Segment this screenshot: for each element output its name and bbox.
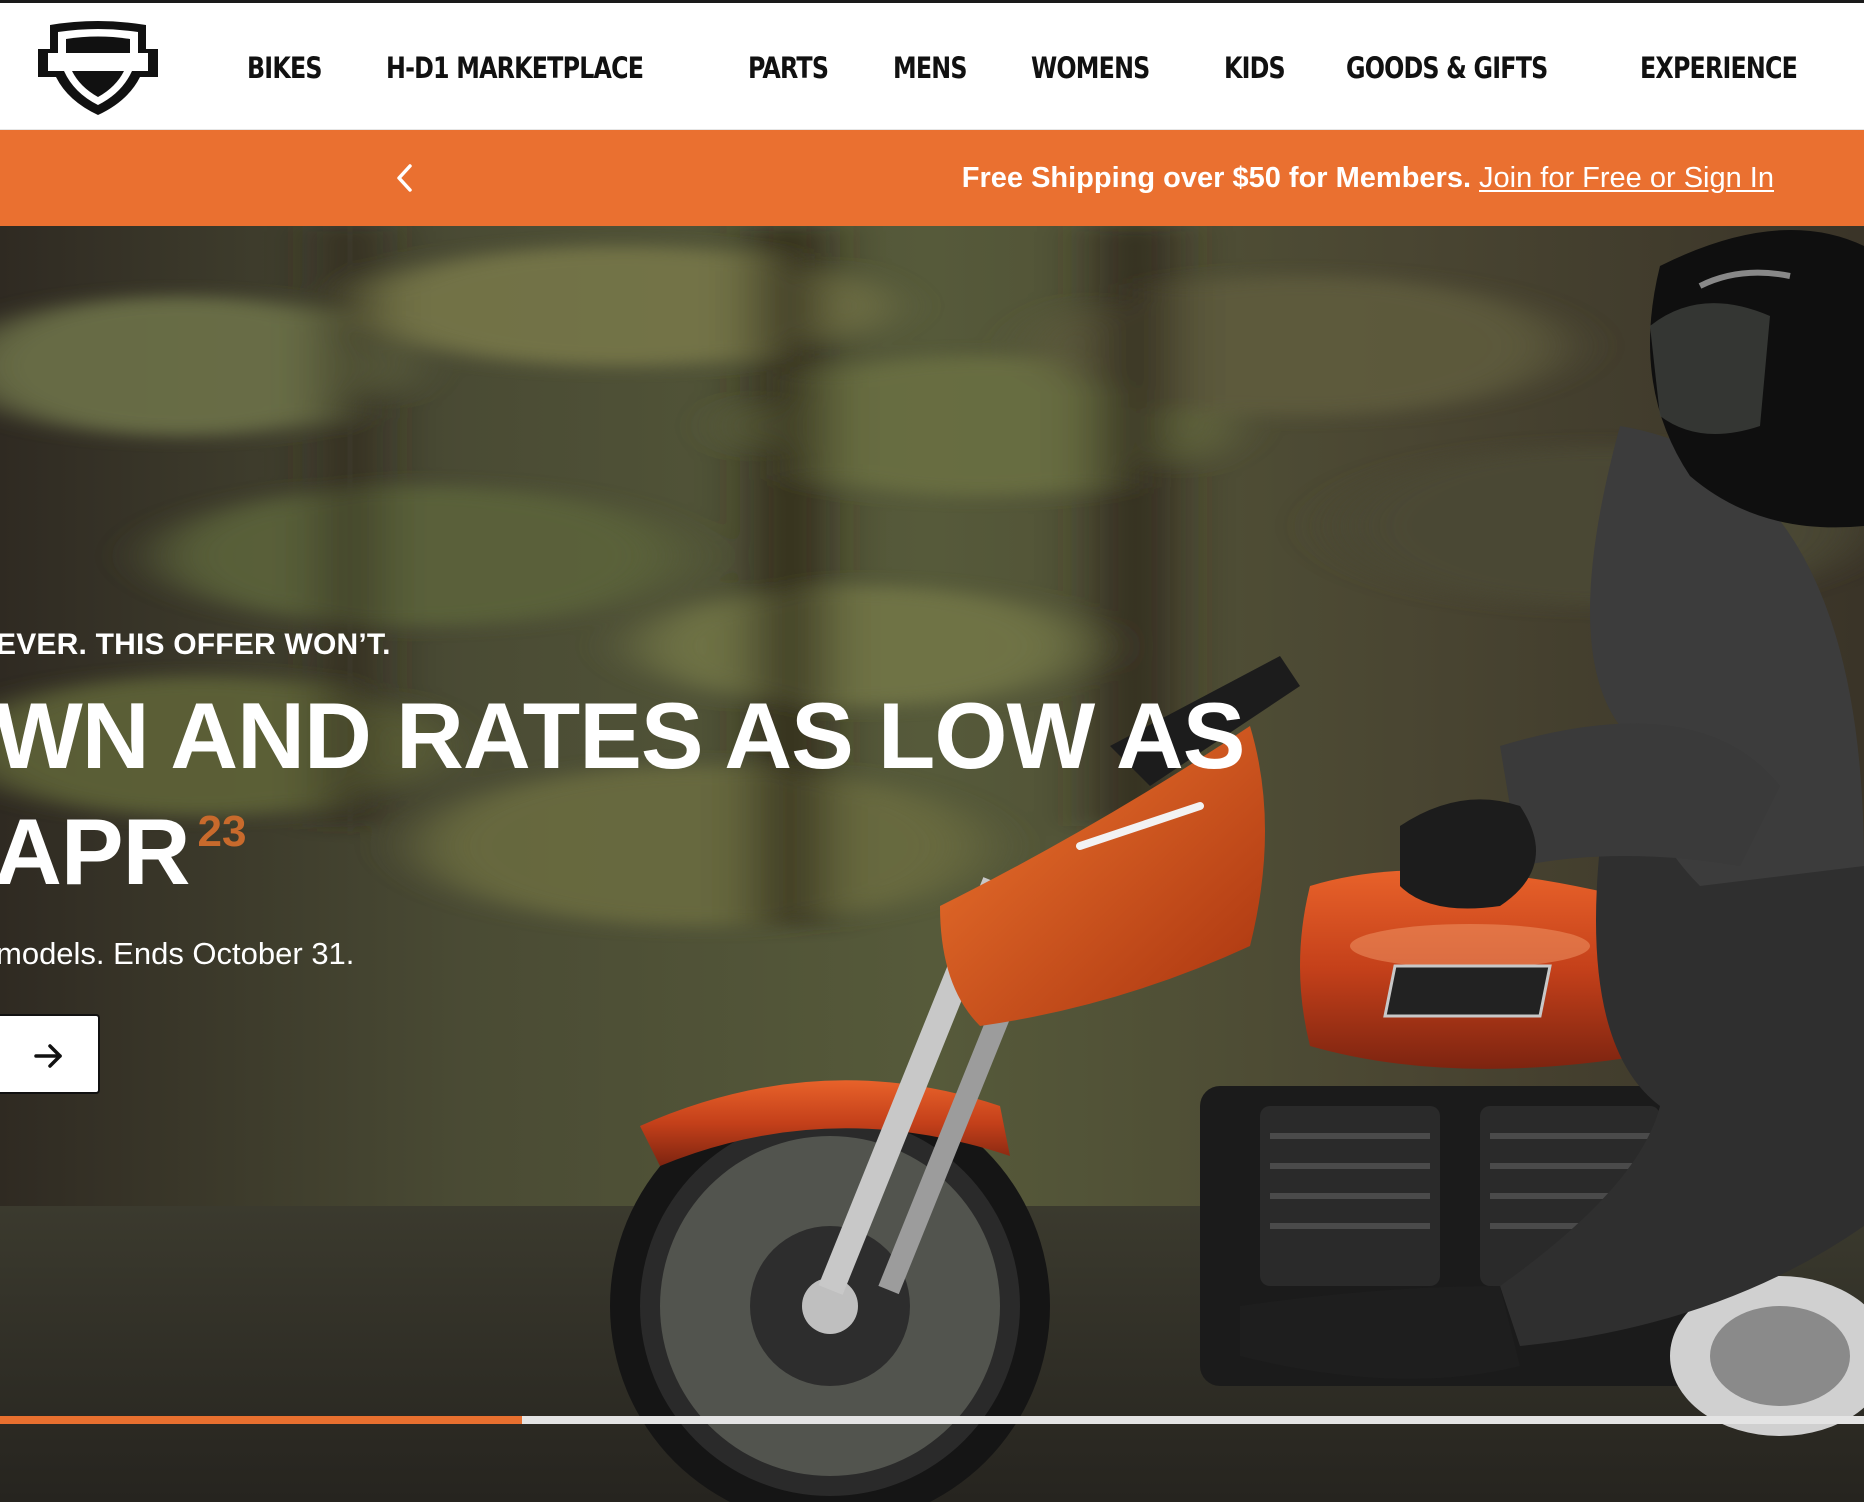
hero-subtext: models. Ends October 31. [0, 936, 355, 971]
nav-goods-and-gifts[interactable]: GOODS & GIFTS [1346, 51, 1548, 85]
nav-experience[interactable]: EXPERIENCE [1640, 51, 1798, 85]
promo-prev-button[interactable] [390, 158, 420, 198]
hero-apr-text: APR [0, 799, 190, 904]
promo-bold-text: Free Shipping over $50 for Members. [961, 161, 1472, 194]
nav-womens[interactable]: WOMENS [1031, 51, 1150, 85]
hero-kicker: EVER. THIS OFFER WON’T. [0, 628, 391, 661]
nav-bikes[interactable]: BIKES [247, 51, 322, 85]
chevron-left-icon [397, 164, 412, 192]
carousel-progress-fill [0, 1416, 522, 1424]
nav-kids[interactable]: KIDS [1224, 51, 1286, 85]
main-nav: BIKES H-D1 MARKETPLACE PARTS MENS WOMENS… [247, 3, 1864, 133]
join-or-sign-in-link[interactable]: Join for Free or Sign In [1479, 162, 1774, 195]
hero-headline: WN AND RATES AS LOW AS [0, 683, 1245, 788]
nav-mens[interactable]: MENS [893, 51, 967, 85]
site-header: BIKES H-D1 MARKETPLACE PARTS MENS WOMENS… [0, 0, 1864, 130]
hero-banner: EVER. THIS OFFER WON’T. WN AND RATES AS … [0, 226, 1864, 1502]
hero-cta-button[interactable] [0, 1014, 100, 1094]
promo-banner: Free Shipping over $50 for Members. Join… [0, 130, 1864, 226]
promo-message: Free Shipping over $50 for Members. Join… [962, 130, 1774, 226]
arrow-right-icon [34, 1044, 62, 1068]
carousel-progress-bar [0, 1416, 1864, 1424]
nav-parts[interactable]: PARTS [748, 51, 829, 85]
nav-h-d1-marketplace[interactable]: H-D1 MARKETPLACE [386, 51, 644, 85]
hero-motorcycle-image [0, 226, 1864, 1502]
bar-and-shield-icon [38, 21, 158, 115]
harley-davidson-logo[interactable] [36, 19, 160, 121]
hero-footnote: 23 [197, 807, 247, 856]
hero-headline-apr: APR 23 [0, 784, 246, 900]
